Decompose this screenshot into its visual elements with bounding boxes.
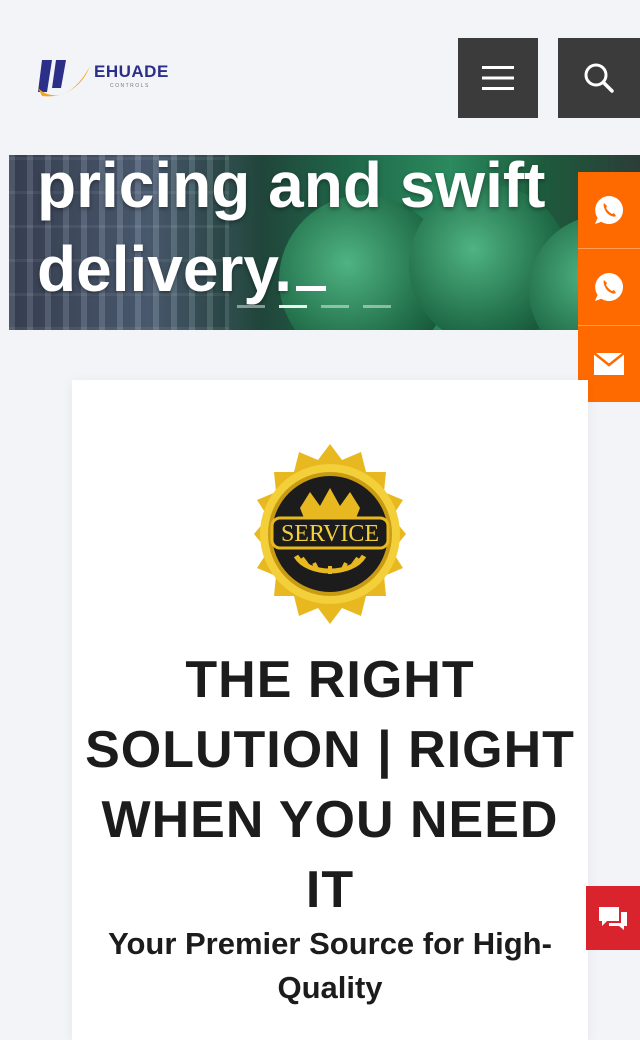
floating-contact-bar: [578, 172, 640, 402]
brand-logo[interactable]: EHUADE CONTROLS: [36, 52, 186, 104]
search-icon: [584, 63, 614, 93]
whatsapp-button[interactable]: [578, 172, 640, 249]
whatsapp-button[interactable]: [578, 249, 640, 326]
live-chat-button[interactable]: [586, 886, 640, 950]
service-badge-icon: SERVICE: [254, 444, 406, 624]
hero-line-1: pricing and swift: [37, 155, 546, 221]
hero-banner[interactable]: pricing and swift delivery.: [9, 155, 640, 330]
slider-pagination: [237, 305, 391, 308]
card-title: THE RIGHT SOLUTION | RIGHT WHEN YOU NEED…: [85, 651, 575, 919]
slider-dot-active[interactable]: [279, 305, 307, 308]
whatsapp-icon: [595, 273, 623, 301]
chat-icon: [599, 907, 627, 930]
logo-subtext: CONTROLS: [110, 83, 150, 89]
menu-button[interactable]: [458, 38, 538, 118]
hero-line-2: delivery.: [37, 227, 637, 311]
slider-dot[interactable]: [321, 305, 349, 308]
logo-mark-icon: [38, 60, 90, 97]
badge-text: SERVICE: [281, 521, 379, 547]
hamburger-menu-icon: [482, 66, 514, 90]
whatsapp-icon: [595, 196, 623, 224]
search-button[interactable]: [558, 38, 640, 118]
card-subtitle: Your Premier Source for High-Quality: [108, 926, 552, 1005]
logo-text: EHUADE: [94, 62, 169, 81]
hero-line-2-text: delivery.: [37, 233, 292, 305]
email-icon: [593, 352, 625, 375]
slider-dot[interactable]: [237, 305, 265, 308]
site-header: EHUADE CONTROLS: [0, 0, 640, 150]
typing-cursor: [295, 286, 326, 291]
slider-dot[interactable]: [363, 305, 391, 308]
hero-heading: pricing and swift delivery.: [37, 155, 637, 311]
